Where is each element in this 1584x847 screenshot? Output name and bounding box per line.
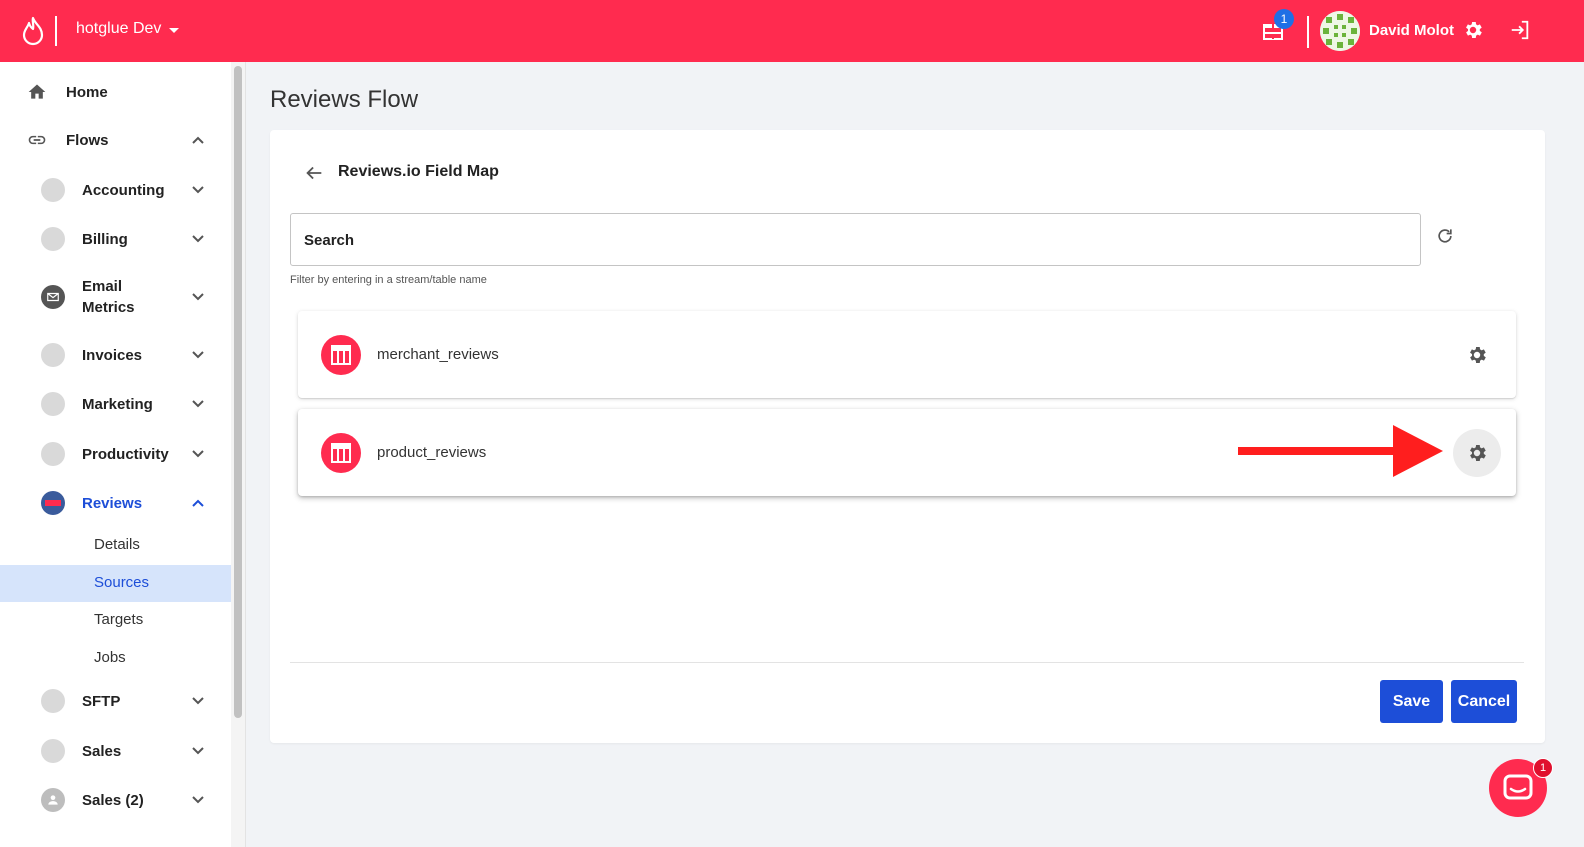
page-title: Reviews Flow xyxy=(270,86,419,113)
org-name: hotglue Dev xyxy=(76,20,162,37)
sidebar-item-sales-2[interactable]: Sales (2) xyxy=(0,788,231,812)
chevron-down-icon xyxy=(192,697,204,705)
sidebar-item-label: Accounting xyxy=(82,181,165,199)
sidebar-item-home[interactable]: Home xyxy=(0,81,231,103)
sidebar-item-label: Billing xyxy=(82,230,128,248)
sftp-icon xyxy=(41,689,65,713)
invoices-icon xyxy=(41,343,65,367)
sidebar-item-label: Details xyxy=(94,536,140,553)
sidebar-item-sftp[interactable]: SFTP xyxy=(0,689,231,713)
link-icon xyxy=(26,129,48,151)
sidebar-item-label: Email Metrics xyxy=(82,278,135,316)
sidebar-item-label: Sales (2) xyxy=(82,791,144,809)
sidebar-item-label: SFTP xyxy=(82,692,121,710)
table-icon xyxy=(321,335,361,375)
sidebar-item-email-metrics[interactable]: Email Metrics xyxy=(0,276,231,318)
hotglue-logo-icon[interactable] xyxy=(20,16,46,46)
sidebar-item-label: Jobs xyxy=(94,649,126,666)
sidebar-item-productivity[interactable]: Productivity xyxy=(0,442,231,466)
sidebar-item-label: Invoices xyxy=(82,346,143,364)
search-field[interactable] xyxy=(290,213,1421,266)
sidebar-item-targets[interactable]: Targets xyxy=(0,602,231,639)
chevron-down-icon xyxy=(192,186,204,194)
search-input[interactable] xyxy=(304,228,1404,252)
chevron-down-icon xyxy=(192,747,204,755)
sales-icon xyxy=(41,739,65,763)
sidebar-item-label: Flows xyxy=(66,131,109,149)
logout-icon[interactable] xyxy=(1509,19,1531,41)
search-helper-text: Filter by entering in a stream/table nam… xyxy=(290,274,487,286)
chevron-up-icon xyxy=(192,499,204,507)
chevron-down-icon xyxy=(192,235,204,243)
chat-icon xyxy=(1503,774,1533,800)
sidebar-item-details[interactable]: Details xyxy=(0,527,231,564)
chat-badge: 1 xyxy=(1533,758,1553,778)
sidebar-item-sales[interactable]: Sales xyxy=(0,739,231,763)
gear-icon xyxy=(1470,347,1486,363)
stream-row[interactable]: merchant_reviews xyxy=(298,311,1516,398)
chevron-up-icon xyxy=(192,136,204,144)
chevron-down-icon xyxy=(192,796,204,804)
email-icon xyxy=(41,285,65,309)
stream-name: product_reviews xyxy=(377,444,487,461)
chevron-down-icon xyxy=(192,293,204,301)
back-arrow-icon[interactable] xyxy=(303,162,325,184)
avatar[interactable] xyxy=(1320,11,1360,51)
stream-settings-button[interactable] xyxy=(1453,429,1501,477)
sidebar-scrollbar-thumb[interactable] xyxy=(234,66,242,718)
reviews-icon xyxy=(41,491,65,515)
notification-badge: 1 xyxy=(1274,9,1294,29)
org-switcher[interactable]: hotglue Dev xyxy=(76,20,180,38)
header-divider xyxy=(55,16,57,46)
sidebar-item-sources[interactable]: Sources xyxy=(0,565,231,602)
stream-settings-button[interactable] xyxy=(1453,331,1501,379)
caret-down-icon xyxy=(169,27,180,33)
refresh-icon[interactable] xyxy=(1435,226,1455,246)
sidebar-item-label: Productivity xyxy=(82,445,169,463)
user-name[interactable]: David Molot xyxy=(1369,22,1454,39)
sidebar-item-flows[interactable]: Flows xyxy=(0,129,231,151)
chevron-down-icon xyxy=(192,450,204,458)
sidebar-item-label: Marketing xyxy=(82,395,153,413)
sidebar-item-jobs[interactable]: Jobs xyxy=(0,640,231,677)
sidebar-item-accounting[interactable]: Accounting xyxy=(0,178,231,202)
settings-gear-icon[interactable] xyxy=(1462,19,1484,41)
sidebar-item-label: Targets xyxy=(94,611,144,628)
card-title: Reviews.io Field Map xyxy=(338,163,499,180)
marketing-icon xyxy=(41,392,65,416)
footer-divider xyxy=(290,662,1524,663)
table-icon xyxy=(321,433,361,473)
sidebar-item-label: Sales xyxy=(82,742,122,760)
stream-name: merchant_reviews xyxy=(377,346,499,363)
sidebar-item-reviews[interactable]: Reviews xyxy=(0,491,231,515)
sidebar-item-label: Home xyxy=(66,83,108,101)
sidebar-item-billing[interactable]: Billing xyxy=(0,227,231,251)
avatar-pattern-icon xyxy=(1320,11,1360,51)
accounting-icon xyxy=(41,178,65,202)
save-button[interactable]: Save xyxy=(1380,680,1443,723)
chevron-down-icon xyxy=(192,400,204,408)
user-icon xyxy=(41,788,65,812)
sidebar-item-marketing[interactable]: Marketing xyxy=(0,392,231,416)
productivity-icon xyxy=(41,442,65,466)
sidebar-item-label: Sources xyxy=(94,574,150,591)
home-icon xyxy=(26,81,48,103)
chevron-down-icon xyxy=(192,351,204,359)
sidebar-item-invoices[interactable]: Invoices xyxy=(0,343,231,367)
header-divider-right xyxy=(1307,16,1309,48)
annotation-arrow-icon xyxy=(1238,425,1443,477)
sidebar-item-label: Reviews xyxy=(82,494,143,512)
gear-icon xyxy=(1470,445,1486,461)
top-bar: hotglue Dev 1 David Molot xyxy=(0,0,1584,62)
billing-icon xyxy=(41,227,65,251)
cancel-button[interactable]: Cancel xyxy=(1451,680,1517,723)
